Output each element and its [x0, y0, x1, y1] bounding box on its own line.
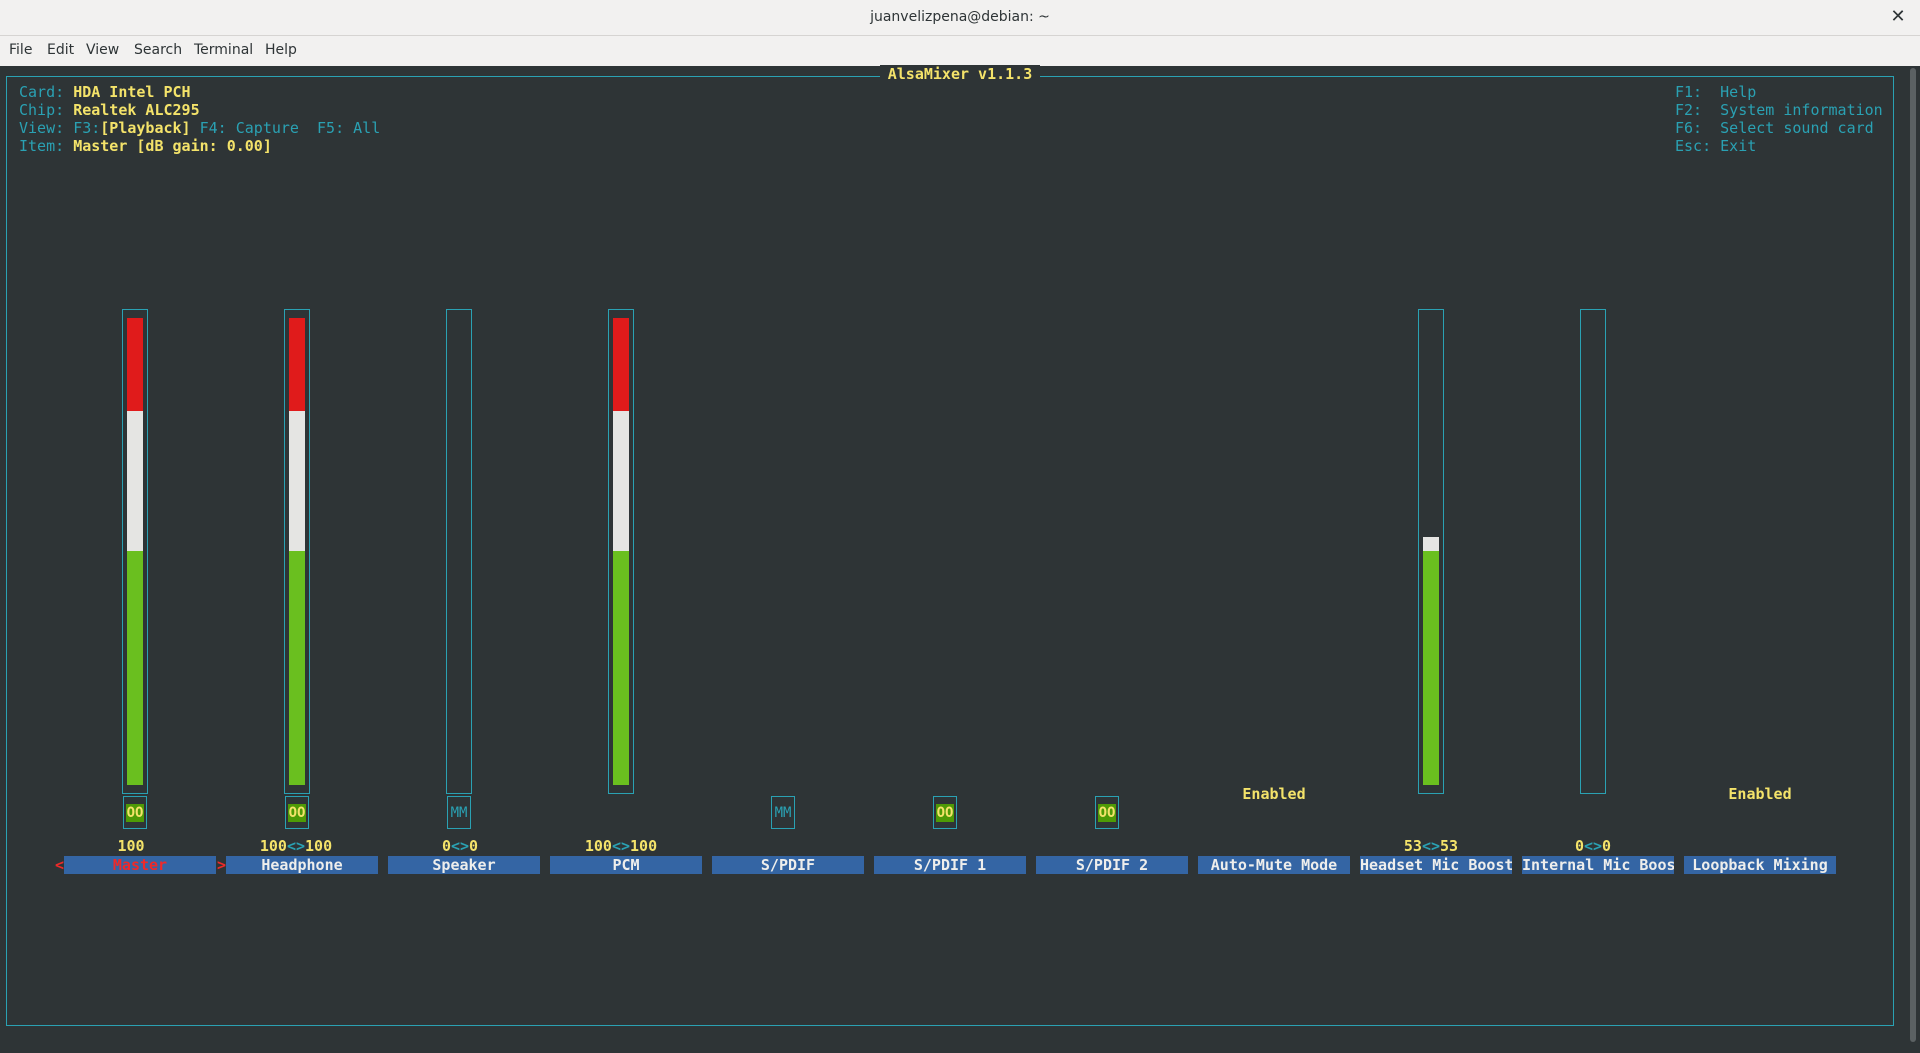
level-mid-segment: [289, 411, 305, 551]
level-mid-segment: [613, 411, 629, 551]
headphone-value: 100<>100: [259, 837, 333, 855]
menu-search[interactable]: Search: [134, 42, 182, 58]
level-high-segment: [289, 318, 305, 411]
level-high-segment: [613, 318, 629, 411]
level-low-segment: [127, 551, 143, 785]
spdif-2-label[interactable]: S/PDIF 2: [1036, 856, 1188, 874]
help-f1: F1: Help: [1675, 83, 1757, 101]
menu-bar: File Edit View Search Terminal Help: [0, 36, 1920, 67]
headset-mic-boost-label[interactable]: Headset Mic Boost: [1360, 856, 1512, 874]
level-low-segment: [289, 551, 305, 785]
pcm-value: 100<>100: [584, 837, 658, 855]
headset-mic-boost-gauge[interactable]: [1418, 309, 1444, 794]
item-line: Item: Master [dB gain: 0.00]: [19, 137, 272, 155]
scrollbar-thumb[interactable]: [1910, 68, 1916, 1042]
speaker-label[interactable]: Speaker: [388, 856, 540, 874]
window-title: juanvelizpena@debian: ~: [870, 9, 1050, 25]
help-esc: Esc: Exit: [1675, 137, 1757, 155]
speaker-mute-switch[interactable]: MM: [447, 796, 471, 829]
headphone-volume-gauge[interactable]: [284, 309, 310, 794]
spdif-switch[interactable]: MM: [771, 796, 795, 829]
level-mid-segment: [1423, 537, 1439, 551]
help-f6: F6: Select sound card: [1675, 119, 1874, 137]
menu-help[interactable]: Help: [265, 42, 297, 58]
level-mid-segment: [127, 411, 143, 551]
headphone-mute-switch[interactable]: OO: [285, 796, 309, 829]
internal-mic-boost-gauge[interactable]: [1580, 309, 1606, 794]
headset-mic-boost-value: 53<>53: [1403, 837, 1459, 855]
menu-edit[interactable]: Edit: [47, 42, 74, 58]
view-line: View: F3:[Playback] F4: Capture F5: All: [19, 119, 381, 137]
scrollbar[interactable]: [1906, 66, 1920, 1046]
internal-mic-boost-value: 0<>0: [1574, 837, 1612, 855]
title-bar: juanvelizpena@debian: ~ ✕: [0, 0, 1920, 36]
menu-view[interactable]: View: [86, 42, 119, 58]
chip-line: Chip: Realtek ALC295: [19, 101, 200, 119]
pcm-volume-gauge[interactable]: [608, 309, 634, 794]
level-low-segment: [1423, 551, 1439, 785]
loopback-mixing-label[interactable]: Loopback Mixing: [1684, 856, 1836, 874]
terminal-area[interactable]: AlsaMixer v1.1.3 Card: HDA Intel PCH Chi…: [0, 65, 1920, 1046]
card-line: Card: HDA Intel PCH: [19, 83, 191, 101]
speaker-volume-gauge[interactable]: [446, 309, 472, 794]
spdif-2-switch[interactable]: OO: [1095, 796, 1119, 829]
master-volume-gauge[interactable]: [122, 309, 148, 794]
internal-mic-boost-label[interactable]: Internal Mic Boos: [1522, 856, 1674, 874]
auto-mute-mode-value: Enabled: [1242, 785, 1306, 803]
spdif-label[interactable]: S/PDIF: [712, 856, 864, 874]
master-label[interactable]: Master: [64, 856, 216, 874]
help-f2: F2: System information: [1675, 101, 1883, 119]
pcm-label[interactable]: PCM: [550, 856, 702, 874]
close-button[interactable]: ✕: [1886, 5, 1910, 29]
spdif-1-label[interactable]: S/PDIF 1: [874, 856, 1026, 874]
speaker-value: 0<>0: [441, 837, 479, 855]
master-mute-switch[interactable]: OO: [123, 796, 147, 829]
menu-file[interactable]: File: [9, 42, 32, 58]
app-title: AlsaMixer v1.1.3: [0, 65, 1920, 83]
spdif-1-switch[interactable]: OO: [933, 796, 957, 829]
selection-left-marker: <: [55, 856, 65, 874]
level-high-segment: [127, 318, 143, 411]
auto-mute-mode-label[interactable]: Auto-Mute Mode: [1198, 856, 1350, 874]
level-low-segment: [613, 551, 629, 785]
selection-right-marker: >: [217, 856, 227, 874]
menu-terminal[interactable]: Terminal: [194, 42, 253, 58]
headphone-label[interactable]: Headphone: [226, 856, 378, 874]
loopback-mixing-value: Enabled: [1728, 785, 1792, 803]
master-value: 100: [117, 837, 145, 855]
